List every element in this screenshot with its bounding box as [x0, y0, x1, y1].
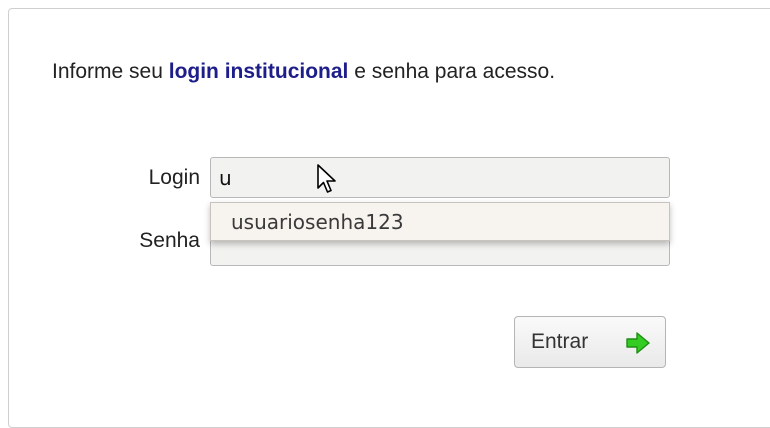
- intro-suffix: e senha para acesso.: [348, 60, 556, 83]
- login-input[interactable]: [210, 157, 670, 198]
- password-label: Senha: [139, 229, 200, 252]
- intro-prefix: Informe seu: [52, 60, 169, 83]
- intro-text: Informe seu login institucional e senha …: [52, 60, 555, 84]
- autocomplete-option[interactable]: usuariosenha123: [231, 210, 404, 234]
- autocomplete-dropdown: usuariosenha123: [210, 202, 670, 241]
- mouse-cursor-icon: [317, 164, 336, 193]
- arrow-right-icon: [626, 332, 650, 354]
- submit-button[interactable]: Entrar: [514, 316, 666, 368]
- submit-button-label: Entrar: [531, 330, 589, 353]
- login-label: Login: [148, 166, 200, 189]
- intro-highlight: login institucional: [168, 60, 349, 83]
